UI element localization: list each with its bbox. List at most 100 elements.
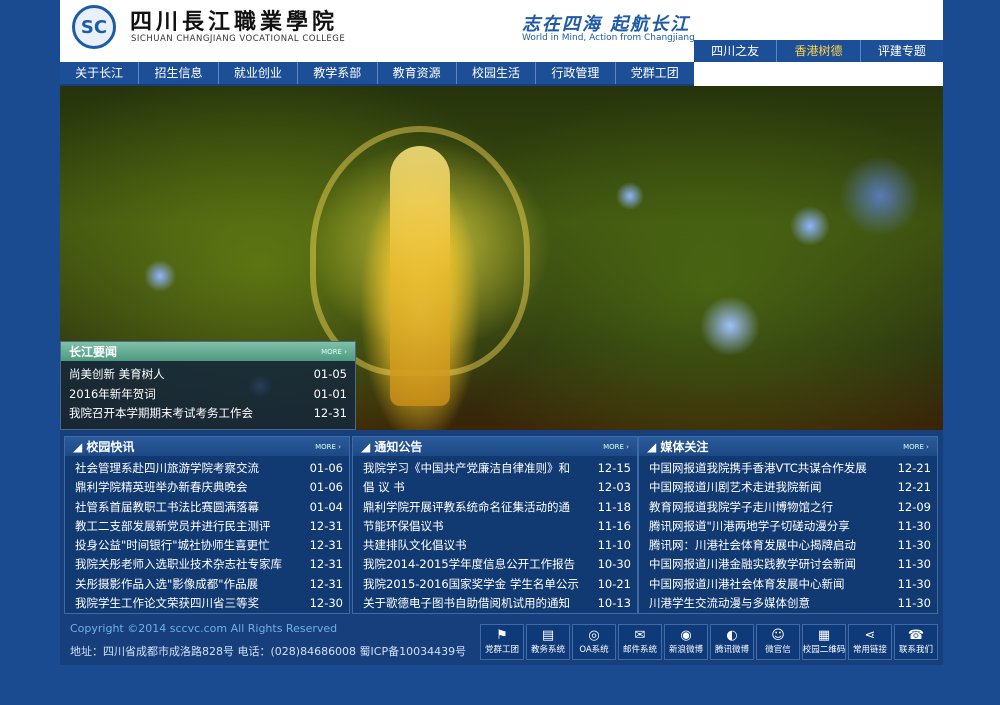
nav-item-about[interactable]: 关于长江 [60, 62, 140, 84]
list-item-date: 12-31 [313, 406, 347, 420]
list-item-title: 中国网报道川剧艺术走进我院新闻 [649, 480, 822, 495]
list-item[interactable]: 教工二支部发展新党员并进行民主测评 12-31 [75, 517, 343, 536]
news-box-title: 长江要闻 [69, 345, 118, 359]
list-item[interactable]: 社会管理系赴四川旅游学院考察交流 01-06 [75, 459, 343, 478]
school-name-en: SICHUAN CHANGJIANG VOCATIONAL COLLEGE [131, 34, 346, 44]
list-item-title: 我院2014-2015学年度信息公开工作报告 [363, 557, 576, 572]
list-item-date: 12-09 [897, 499, 931, 514]
list-item-title: 我院召开本学期期末考试考务工作会 [69, 406, 253, 420]
notice-more-link[interactable]: MORE › [603, 443, 629, 451]
list-item[interactable]: 中国网报道川港社会体育发展中心新闻 11-30 [649, 575, 931, 594]
list-item-date: 11-10 [597, 538, 631, 553]
quicklink-oa[interactable]: ◎ OA系统 [572, 624, 616, 660]
list-item[interactable]: 投身公益"时间银行"城社协师生喜更忙 12-31 [75, 536, 343, 555]
header-filler [694, 62, 943, 86]
list-item[interactable]: 我院学生工作论文荣获四川省三等奖 12-30 [75, 594, 343, 613]
list-item[interactable]: 共建排队文化倡议书 11-10 [363, 536, 631, 555]
quicklink-weibo[interactable]: ◉ 新浪微博 [664, 624, 708, 660]
banner-performer [390, 146, 450, 406]
notice-panel-title: ◢ 通知公告 [361, 440, 423, 454]
nav-item-employment[interactable]: 就业创业 [219, 62, 299, 84]
list-item[interactable]: 川港学生交流动漫与多媒体创意 11-30 [649, 594, 931, 613]
sub-navigation: 四川之友 香港树德 评建专题 [694, 40, 943, 62]
media-more-link[interactable]: MORE › [903, 443, 929, 451]
quicklink-label: OA系统 [579, 645, 609, 655]
list-item-title: 我院学习《中国共产党廉洁自律准则》和 [363, 461, 570, 475]
list-item[interactable]: 我院2015-2016国家奖学金 学生名单公示 10-21 [363, 575, 631, 594]
campus-more-link[interactable]: MORE › [315, 443, 341, 451]
nav-item-campus-life[interactable]: 校园生活 [457, 62, 537, 84]
list-item-date: 11-30 [897, 538, 931, 553]
list-item[interactable]: 我院召开本学期期末考试考务工作会 12-31 [69, 404, 347, 424]
quicklink-qrcode[interactable]: ▦ 校园二维码 [802, 624, 846, 660]
org-chart-icon: ⚑ [496, 628, 508, 643]
list-item[interactable]: 关于歌德电子图书自助借阅机试用的通知 10-13 [363, 594, 631, 613]
list-item-title: 投身公益"时间银行"城社协师生喜更忙 [75, 538, 270, 553]
campus-list: 社会管理系赴四川旅游学院考察交流 01-06 鼎利学院精英班举办新春庆典晚会 01-… [65, 456, 349, 613]
subnav-item-evaluation[interactable]: 评建专题 [861, 40, 943, 62]
list-item[interactable]: 社管系首届教职工书法比赛圆满落幕 01-04 [75, 498, 343, 517]
news-box-header: 长江要闻 MORE › [61, 342, 355, 361]
list-item-date: 12-21 [897, 461, 931, 475]
list-item[interactable]: 2016年新年贺词 01-01 [69, 385, 347, 405]
hero-banner[interactable]: 长江要闻 MORE › 尚美创新 美育树人 01-05 2016年新年贺词 01-0… [60, 86, 943, 430]
list-item-title: 尚美创新 美育树人 [69, 367, 165, 381]
quicklink-label: 微官信 [765, 645, 791, 655]
list-item[interactable]: 腾讯网：川港社会体育发展中心揭牌启动 11-30 [649, 536, 931, 555]
list-item-title: 中国网报道川港金融实践教学研讨会新闻 [649, 557, 856, 572]
quicklink-label: 常用链接 [852, 645, 887, 655]
nav-item-admissions[interactable]: 招生信息 [139, 62, 219, 84]
mail-icon: ✉ [634, 628, 646, 643]
list-item[interactable]: 尚美创新 美育树人 01-05 [69, 365, 347, 385]
quicklink-wechat[interactable]: ☺ 微官信 [756, 624, 800, 660]
nav-item-departments[interactable]: 教学系部 [298, 62, 378, 84]
news-more-link[interactable]: MORE › [321, 348, 347, 356]
media-panel-title: ◢ 媒体关注 [647, 440, 709, 454]
list-item-date: 01-01 [313, 386, 347, 401]
media-list: 中国网报道我院携手香港VTC共谋合作发展 12-21 中国网报道川剧艺术走进我院新… [639, 456, 937, 613]
list-item[interactable]: 我院2014-2015学年度信息公开工作报告 10-30 [363, 555, 631, 574]
subnav-item-sichuan-friends[interactable]: 四川之友 [694, 40, 778, 62]
list-item[interactable]: 关彤摄影作品入选"影像成都"作品展 12-31 [75, 575, 343, 594]
list-item-date: 12-31 [309, 518, 343, 533]
list-item[interactable]: 教育网报道我院学子走川博物馆之行 12-09 [649, 498, 931, 517]
quicklink-links[interactable]: ⋖ 常用链接 [848, 624, 892, 660]
list-item[interactable]: 中国网报道川港金融实践教学研讨会新闻 11-30 [649, 555, 931, 574]
list-item[interactable]: 我院学习《中国共产党廉洁自律准则》和 12-15 [363, 459, 631, 478]
contact-icon: ☎ [907, 628, 925, 643]
quicklink-mail[interactable]: ✉ 邮件系统 [618, 624, 662, 660]
nav-item-administration[interactable]: 行政管理 [536, 62, 616, 84]
quicklink-academic[interactable]: ▤ 教务系统 [526, 624, 570, 660]
list-item-date: 12-30 [309, 596, 343, 611]
quicklinks-bar: ⚑ 党群工团 ▤ 教务系统 ◎ OA系统 ✉ 邮件系统 ◉ 新浪微博 ◐ 腾讯微博 ☺ 微官信… [480, 624, 938, 660]
list-item-date: 11-30 [897, 518, 931, 533]
list-item-date: 10-30 [597, 557, 631, 572]
list-item[interactable]: 中国网报道川剧艺术走进我院新闻 12-21 [649, 478, 931, 497]
list-item-date: 12-31 [309, 538, 343, 553]
quicklink-party[interactable]: ⚑ 党群工团 [480, 624, 524, 660]
school-logo[interactable]: SC [72, 5, 116, 49]
list-item-title: 我院2015-2016国家奖学金 学生名单公示 [363, 576, 579, 591]
qrcode-icon: ▦ [817, 628, 831, 643]
list-item-date: 12-31 [309, 576, 343, 591]
list-item[interactable]: 我院关彤老师入选职业技术杂志社专家库 12-31 [75, 555, 343, 574]
quicklink-label: 新浪微博 [668, 645, 703, 655]
subnav-item-hongkong-shude[interactable]: 香港树德 [777, 40, 861, 62]
list-item[interactable]: 中国网报道我院携手香港VTC共谋合作发展 12-21 [649, 459, 931, 478]
slogan-en: World in Mind, Action from Changjiang [522, 33, 695, 43]
logo-mark: SC [80, 16, 108, 38]
list-item-title: 社管系首届教职工书法比赛圆满落幕 [75, 499, 259, 514]
notice-panel: ◢ 通知公告 MORE › 我院学习《中国共产党廉洁自律准则》和 12-15 倡 … [352, 436, 638, 614]
oa-icon: ◎ [588, 628, 600, 643]
list-item[interactable]: 鼎利学院精英班举办新春庆典晚会 01-06 [75, 478, 343, 497]
list-item-title: 鼎利学院精英班举办新春庆典晚会 [75, 480, 248, 495]
list-item-date: 12-03 [597, 480, 631, 495]
list-item[interactable]: 鼎利学院开展评教系统命名征集活动的通 11-18 [363, 498, 631, 517]
list-item[interactable]: 倡 议 书 12-03 [363, 478, 631, 497]
list-item[interactable]: 腾讯网报道"川港两地学子切磋动漫分享 11-30 [649, 517, 931, 536]
quicklink-contact[interactable]: ☎ 联系我们 [894, 624, 938, 660]
nav-item-resources[interactable]: 教育资源 [378, 62, 457, 84]
list-item[interactable]: 节能环保倡议书 11-16 [363, 517, 631, 536]
nav-item-party[interactable]: 党群工团 [616, 62, 694, 84]
quicklink-tencent-weibo[interactable]: ◐ 腾讯微博 [710, 624, 754, 660]
